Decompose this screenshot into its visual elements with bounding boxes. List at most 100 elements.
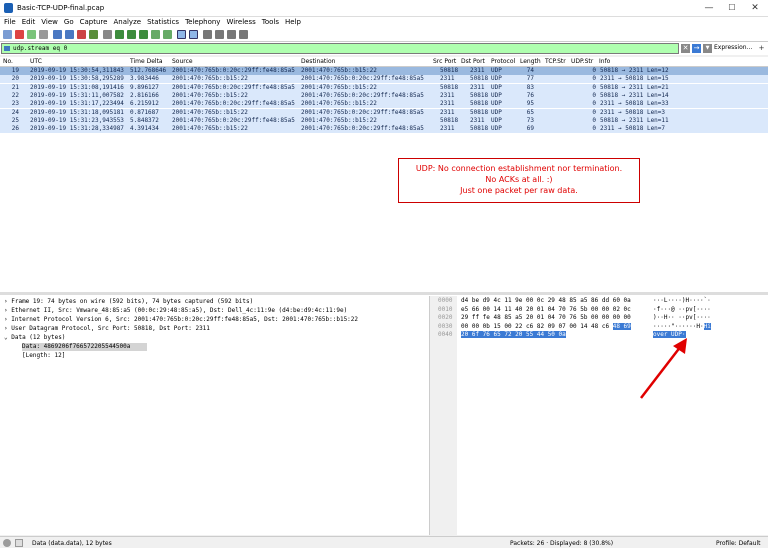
- expert-info-icon[interactable]: [3, 539, 11, 547]
- col-no[interactable]: No.: [3, 58, 13, 65]
- col-source[interactable]: Source: [172, 58, 193, 65]
- packet-cell-dport: 2311: [470, 83, 485, 91]
- tree-item-ipv6[interactable]: › Internet Protocol Version 6, Src: 2001…: [4, 316, 358, 324]
- tree-item-data[interactable]: ⌄ Data (12 bytes): [4, 334, 65, 342]
- packet-row[interactable]: 24 2019-09-19 15:31:18,095181 0.871687 2001…: [0, 108, 768, 117]
- packet-list-header: No. UTC Time Delta Source Destination Sr…: [0, 57, 768, 67]
- capture-comment-icon[interactable]: [15, 539, 23, 547]
- packet-cell-delta: 6.215912: [130, 100, 159, 108]
- go-to-packet-icon[interactable]: [139, 30, 148, 39]
- col-length[interactable]: Length: [520, 58, 541, 65]
- packet-cell-no: 20: [11, 75, 19, 83]
- hex-highlight: 48 69: [612, 322, 631, 330]
- go-back-icon[interactable]: [115, 30, 124, 39]
- start-capture-icon[interactable]: [3, 30, 12, 39]
- packet-row[interactable]: 20 2019-09-19 15:30:58,295289 3.983446 2001…: [0, 75, 768, 84]
- packet-cell-no: 24: [11, 108, 19, 116]
- resize-columns-icon[interactable]: [239, 30, 248, 39]
- tree-item-ethernet[interactable]: › Ethernet II, Src: Vmware_48:85:a5 (00:…: [4, 307, 347, 315]
- menu-tools[interactable]: Tools: [262, 17, 279, 28]
- packet-cell-utc: 2019-09-19 15:31:11,007582: [30, 91, 124, 99]
- filter-dropdown-icon[interactable]: ▼: [703, 44, 712, 53]
- normal-size-icon[interactable]: [227, 30, 236, 39]
- packet-row[interactable]: 26 2019-09-19 15:31:28,334987 4.391434 2001…: [0, 125, 768, 134]
- tree-label: Data (12 bytes): [11, 334, 66, 341]
- find-packet-icon[interactable]: [103, 30, 112, 39]
- save-file-icon[interactable]: [65, 30, 74, 39]
- autoscroll-icon[interactable]: [177, 30, 186, 39]
- col-src-port[interactable]: Src Port: [433, 58, 456, 65]
- menu-wireless[interactable]: Wireless: [226, 17, 255, 28]
- hex-bytes[interactable]: d4 be d9 4c 11 9e 00 0c 29 48 85 a5 86 d…: [461, 297, 631, 340]
- col-protocol[interactable]: Protocol: [491, 58, 515, 65]
- menu-analyze[interactable]: Analyze: [113, 17, 141, 28]
- ascii-row: )··H·· ··pv[····: [653, 314, 711, 321]
- tree-item-frame[interactable]: › Frame 19: 74 bytes on wire (592 bits),…: [4, 298, 253, 306]
- open-file-icon[interactable]: [53, 30, 62, 39]
- pane-splitter[interactable]: [0, 292, 768, 295]
- close-button[interactable]: ✕: [744, 1, 766, 15]
- packet-row[interactable]: 25 2019-09-19 15:31:23,943553 5.848372 2001…: [0, 116, 768, 125]
- bookmark-icon[interactable]: [4, 46, 10, 51]
- status-profile[interactable]: Profile: Default: [716, 540, 761, 547]
- zoom-in-icon[interactable]: [203, 30, 212, 39]
- clear-filter-icon[interactable]: ✕: [681, 44, 690, 53]
- ascii-row: ···L····)H····`·: [653, 297, 711, 304]
- packet-cell-info: 2311 → 50818 Len=15: [600, 75, 669, 83]
- packet-cell-src: 2001:470:765b::b15:22: [172, 108, 248, 116]
- packet-row[interactable]: 21 2019-09-19 15:31:08,191416 9.896127 2001…: [0, 83, 768, 92]
- col-dst-port[interactable]: Dst Port: [461, 58, 485, 65]
- go-forward-icon[interactable]: [127, 30, 136, 39]
- capture-options-icon[interactable]: [39, 30, 48, 39]
- ascii-bytes[interactable]: ···L····)H····`· ·f···@ ··pv[···· )··H··…: [653, 297, 711, 340]
- filter-text: udp.stream eq 0: [13, 45, 68, 52]
- packet-cell-proto: UDP: [491, 91, 502, 99]
- packet-cell-utc: 2019-09-19 15:31:28,334987: [30, 125, 124, 133]
- col-tcp-stream[interactable]: TCP.Str: [545, 58, 566, 65]
- packet-cell-dport: 2311: [470, 116, 485, 124]
- menu-go[interactable]: Go: [64, 17, 74, 28]
- packet-row[interactable]: 22 2019-09-19 15:31:11,007582 2.816166 2001…: [0, 91, 768, 100]
- packet-cell-src: 2001:470:765b:0:20c:29ff:fe48:85a5: [172, 83, 295, 91]
- tree-item-data-value[interactable]: Data: 4869206f766572205544500a: [22, 343, 147, 351]
- col-utc[interactable]: UTC: [30, 58, 42, 65]
- add-filter-button-icon[interactable]: +: [757, 44, 766, 53]
- stop-capture-icon[interactable]: [15, 30, 24, 39]
- packet-cell-utc: 2019-09-19 15:31:18,095181: [30, 108, 124, 116]
- zoom-out-icon[interactable]: [215, 30, 224, 39]
- first-packet-icon[interactable]: [151, 30, 160, 39]
- offset: 0030: [438, 322, 453, 330]
- menu-view[interactable]: View: [41, 17, 58, 28]
- menu-capture[interactable]: Capture: [80, 17, 108, 28]
- menu-file[interactable]: File: [4, 17, 16, 28]
- restart-capture-icon[interactable]: [27, 30, 36, 39]
- display-filter-input[interactable]: udp.stream eq 0: [1, 43, 679, 54]
- col-time-delta[interactable]: Time Delta: [130, 58, 163, 65]
- packet-cell-udpstr: 0: [592, 116, 596, 124]
- ascii-row: ·····"······H·: [653, 322, 704, 330]
- menu-edit[interactable]: Edit: [22, 17, 36, 28]
- col-destination[interactable]: Destination: [301, 58, 335, 65]
- menu-statistics[interactable]: Statistics: [147, 17, 179, 28]
- packet-bytes-pane: 0000 0010 0020 0030 0040 d4 be d9 4c 11 …: [433, 296, 768, 535]
- col-info[interactable]: Info: [599, 58, 610, 65]
- hex-row: 29 ff fe 48 85 a5 20 01 04 70 76 5b 00 0…: [461, 314, 631, 321]
- minimize-button[interactable]: —: [698, 1, 720, 15]
- menu-telephony[interactable]: Telephony: [185, 17, 220, 28]
- close-file-icon[interactable]: [77, 30, 86, 39]
- tree-item-length[interactable]: [Length: 12]: [22, 352, 65, 360]
- packet-cell-delta: 9.896127: [130, 83, 159, 91]
- packet-row[interactable]: 23 2019-09-19 15:31:17,223494 6.215912 2001…: [0, 100, 768, 109]
- expression-button[interactable]: Expression…: [714, 44, 753, 51]
- tree-item-udp[interactable]: › User Datagram Protocol, Src Port: 5081…: [4, 325, 210, 333]
- col-udp-stream[interactable]: UDP.Str: [571, 58, 593, 65]
- reload-icon[interactable]: [89, 30, 98, 39]
- offset: 0020: [438, 314, 453, 321]
- maximize-button[interactable]: ☐: [721, 1, 743, 15]
- packet-cell-info: 50818 → 2311 Len=14: [600, 91, 669, 99]
- packet-row[interactable]: 19 2019-09-19 15:30:54,311843 512.768646 20…: [0, 67, 768, 75]
- last-packet-icon[interactable]: [163, 30, 172, 39]
- apply-filter-icon[interactable]: →: [692, 44, 701, 53]
- colorize-icon[interactable]: [189, 30, 198, 39]
- menu-help[interactable]: Help: [285, 17, 301, 28]
